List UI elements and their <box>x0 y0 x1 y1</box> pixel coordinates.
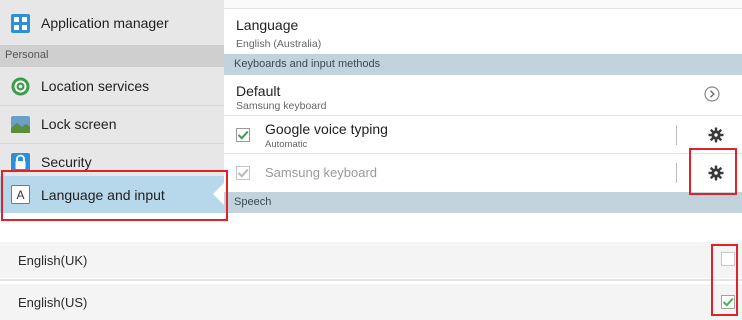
sidebar-item-application-manager[interactable]: Application manager <box>0 4 224 42</box>
highlight-box-language-checkboxes <box>711 244 738 316</box>
grid-icon <box>11 13 30 33</box>
default-keyboard-row[interactable]: Default Samsung keyboard <box>224 75 742 115</box>
default-value: Samsung keyboard <box>236 100 327 112</box>
language-row[interactable]: Language English (Australia) <box>224 9 742 53</box>
gear-icon[interactable] <box>708 127 724 143</box>
checkmark-icon <box>237 168 249 178</box>
location-icon <box>11 77 30 96</box>
default-title: Default <box>236 83 281 99</box>
section-header-speech: Speech <box>224 192 742 213</box>
lock-screen-icon <box>11 115 30 134</box>
google-voice-title: Google voice typing <box>265 121 388 137</box>
samsung-keyboard-checkbox[interactable] <box>236 166 250 180</box>
language-input-settings: Language English (Australia) Keyboards a… <box>224 0 742 213</box>
highlight-box-keyboard-settings <box>689 148 737 195</box>
divider <box>0 279 742 281</box>
sidebar-item-label: Application manager <box>41 15 169 31</box>
scrolled-row-remnant <box>224 0 742 8</box>
section-header-personal: Personal <box>0 45 224 67</box>
section-header-keyboards: Keyboards and input methods <box>224 54 742 75</box>
google-voice-checkbox[interactable] <box>236 128 250 142</box>
settings-panel: Application manager Personal Location se… <box>0 0 742 222</box>
padlock-icon <box>11 152 30 172</box>
language-option-label: English(UK) <box>18 253 88 268</box>
sidebar-item-label: Location services <box>41 78 150 94</box>
divider <box>676 125 677 145</box>
google-voice-sub: Automatic <box>265 139 308 150</box>
highlight-box-language-and-input <box>1 170 228 221</box>
language-value: English (Australia) <box>236 38 322 50</box>
chevron-right-circle-icon[interactable] <box>704 86 720 102</box>
sidebar-item-label: Security <box>41 154 92 170</box>
samsung-keyboard-row[interactable]: Samsung keyboard <box>224 154 742 191</box>
language-option-english-uk[interactable]: English(UK) <box>0 242 742 278</box>
sidebar-item-location-services[interactable]: Location services <box>0 67 224 105</box>
section-header-label: Keyboards and input methods <box>234 58 381 70</box>
section-header-label: Personal <box>5 49 49 61</box>
section-header-label: Speech <box>234 196 272 208</box>
divider <box>676 163 677 183</box>
sidebar-item-lock-screen[interactable]: Lock screen <box>0 105 224 143</box>
checkmark-icon <box>237 130 249 140</box>
sidebar-item-label: Lock screen <box>41 116 117 132</box>
language-title: Language <box>236 17 299 33</box>
samsung-keyboard-title: Samsung keyboard <box>265 165 378 180</box>
language-option-english-us[interactable]: English(US) <box>0 284 742 320</box>
google-voice-typing-row[interactable]: Google voice typing Automatic <box>224 116 742 153</box>
language-option-label: English(US) <box>18 295 88 310</box>
